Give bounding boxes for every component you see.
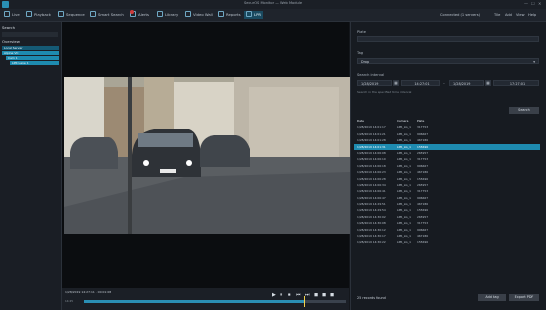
table-row[interactable]: 1/28/2019 14:30:22 LPR_LG_1 155696 [354, 239, 540, 245]
close-button[interactable]: ✕ [538, 1, 541, 6]
tree-item-camera[interactable]: Cam 1 [6, 56, 59, 60]
timeline-start-label: 14:25 [65, 299, 74, 303]
snapshot-button[interactable]: ◼ [314, 292, 318, 298]
timeline-bar[interactable] [84, 296, 346, 307]
next-frame-button[interactable]: ⏭ [305, 292, 310, 298]
interval-separator: – [443, 81, 445, 85]
menu-help[interactable]: Help [528, 13, 536, 17]
tab-playback[interactable]: Playback [24, 11, 53, 19]
device-tree-panel: Search Overview Local Server Alpine VC C… [0, 22, 62, 310]
video-wall-icon [185, 11, 191, 17]
from-date-input[interactable]: 1/28/2019 [357, 80, 392, 86]
tab-video-wall[interactable]: Video Wall [183, 11, 215, 19]
timeline-progress [84, 300, 305, 303]
add-tag-button[interactable]: Add tag [478, 294, 506, 301]
menu-tile[interactable]: Tile [494, 13, 500, 17]
to-time-input[interactable]: 17:27:01 [493, 80, 539, 86]
search-button[interactable]: Search [509, 107, 539, 114]
camera-icon [4, 11, 10, 17]
tab-sequence[interactable]: Sequence [56, 11, 87, 19]
title-bar: SecurOS Monitor — Web Module — ☐ ✕ [0, 0, 546, 9]
calendar-icon[interactable]: ▦ [393, 80, 399, 86]
window-title: SecurOS Monitor — Web Module [243, 1, 303, 5]
playback-timestamp: 1/28/2019 14:27:11 · 00:01:08 [65, 290, 112, 294]
camera-frame-image [64, 77, 350, 234]
results-table: Date Camera Plate 1/28/2019 14:01:17 LPR_… [354, 118, 540, 246]
tab-smart-search[interactable]: Smart Search [88, 11, 126, 19]
records-count: 25 records found [357, 296, 386, 300]
stop-button[interactable]: ⏹ [288, 292, 291, 298]
tree-item-server[interactable]: Local Server [2, 46, 59, 50]
panel-title: Search [2, 25, 16, 30]
tab-reports[interactable]: Reports [216, 11, 243, 19]
tree-item-site[interactable]: Alpine VC [2, 51, 59, 55]
reports-icon [218, 11, 224, 17]
plate-label: Plate [357, 30, 366, 34]
tree-section-title: Overview [2, 39, 20, 44]
fullscreen-button[interactable]: ◼ [330, 292, 334, 298]
calendar-icon[interactable]: ▦ [485, 80, 491, 86]
connection-status[interactable]: Connected (1 servers) [440, 13, 480, 17]
to-date-input[interactable]: 1/28/2019 [449, 80, 484, 86]
export-button[interactable]: ◼ [322, 292, 326, 298]
cell-plate: 155696 [417, 240, 429, 245]
cell-camera: LPR_LG_1 [397, 240, 411, 245]
play-button[interactable]: ▶ [272, 292, 276, 298]
sequence-icon [58, 11, 64, 17]
minimize-button[interactable]: — [524, 1, 528, 6]
tree-search-input[interactable] [2, 32, 58, 37]
tag-label: Tag [357, 51, 364, 55]
prev-frame-button[interactable]: ⏮ [296, 292, 301, 298]
menu-add[interactable]: Add [505, 13, 512, 17]
plate-input[interactable] [357, 36, 539, 42]
tree-item-lpr[interactable]: LPR Lane 1 [10, 61, 59, 65]
maximize-button[interactable]: ☐ [531, 1, 535, 6]
tab-lpr[interactable]: LPR [244, 11, 264, 19]
lpr-icon [246, 11, 252, 17]
menu-view[interactable]: View [516, 13, 525, 17]
search-icon [90, 11, 96, 17]
cell-date: 1/28/2019 14:30:22 [357, 240, 386, 245]
chevron-down-icon: ▾ [533, 60, 535, 64]
tag-select[interactable]: Drop ▾ [357, 58, 539, 64]
player-controls: 1/28/2019 14:27:11 · 00:01:08 ▶ ⏸ ⏹ ⏮ ⏭ … [62, 288, 349, 310]
export-pdf-button[interactable]: Export PDF [509, 294, 539, 301]
pause-button[interactable]: ⏸ [280, 292, 283, 298]
alerts-badge [130, 10, 134, 14]
interval-label: Search interval [357, 73, 385, 77]
from-time-input[interactable]: 14:27:01 [401, 80, 440, 86]
timeline-cursor[interactable] [304, 296, 306, 307]
library-icon [157, 11, 163, 17]
playback-icon [26, 11, 32, 17]
tab-library[interactable]: Library [155, 11, 180, 19]
interval-hint: Search in the specified time interval [357, 90, 412, 94]
tab-live[interactable]: Live [2, 11, 22, 19]
